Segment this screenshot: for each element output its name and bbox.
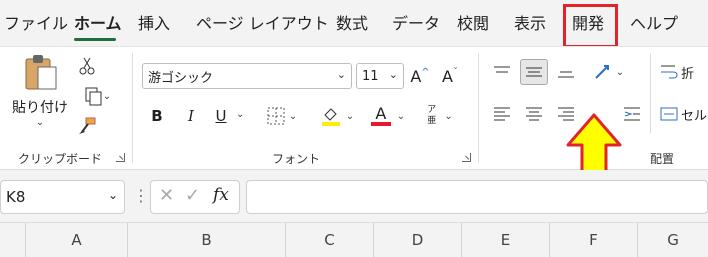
align-top-icon [494,66,510,73]
tab-page-layout[interactable]: ページ レイアウト [196,12,329,36]
grow-font-icon: A [410,66,422,86]
chevron-down-icon: ⌄ [236,109,245,120]
font-color-swatch [370,122,391,126]
tab-view[interactable]: 表示 [514,12,546,36]
font-name-value: 游ゴシック [148,70,214,86]
tab-data[interactable]: データ [392,12,440,36]
chevron-down-icon: ⌄ [396,110,406,122]
borders-icon [267,107,285,125]
wrap-text-icon [661,65,678,79]
column-header-a[interactable]: A [26,223,128,257]
column-header-e[interactable]: E [462,223,550,257]
shrink-font-icon: A [442,66,453,86]
shrink-font-button[interactable]: Aˇ [438,63,462,89]
phonetic-guide-button[interactable]: ア 亜 ⌄ [420,101,460,131]
clipboard-group-label: クリップボード [18,152,103,166]
italic-button[interactable]: I [180,103,202,129]
paste-button[interactable]: 貼り付け ⌄ [10,53,70,133]
active-tab-indicator [74,38,116,41]
group-divider [478,53,479,163]
group-divider [132,53,133,163]
borders-button[interactable]: ⌄ [260,103,304,129]
tab-help[interactable]: ヘルプ [630,12,678,36]
merge-cells-label: セル [681,108,708,124]
merge-center-button[interactable]: セル [660,101,708,127]
ribbon: 貼り付け ⌄ ⌄ クリップボード 游ゴシック ⌄ 11 ⌄ A ^ Aˇ B I … [0,46,708,187]
column-header-c[interactable]: C [286,223,374,257]
align-center-button[interactable] [520,101,548,127]
developer-tab-highlight [563,4,618,48]
chevron-down-icon: ⌄ [102,90,112,102]
alignment-group-label: 配置 [650,152,675,166]
font-group-label: フォント [272,152,321,166]
orientation-button[interactable]: ⌄ [588,59,628,85]
cut-button[interactable] [74,53,100,79]
name-box-value: K8 [6,188,26,206]
name-box[interactable]: K8 ⌄ [0,180,125,214]
bold-button[interactable]: B [146,103,168,129]
font-color-icon: A [375,104,387,123]
column-header-b[interactable]: B [128,223,286,257]
clipboard-launcher-icon[interactable] [116,153,125,162]
paint-bucket-icon [321,108,340,126]
text-orientation-icon [595,65,609,79]
increase-indent-button[interactable] [618,101,646,127]
chevron-down-icon[interactable]: ⌄ [108,188,118,202]
paintbrush-icon [79,117,96,134]
scissors-icon [79,57,95,75]
underline-button[interactable]: U [210,103,232,129]
align-center-icon [526,107,542,121]
copy-button[interactable]: ⌄ [74,83,120,109]
formula-bar-more-icon[interactable]: ⋮ [133,186,149,205]
chevron-down-icon: ⌄ [345,110,355,122]
cancel-icon[interactable]: ✕ [159,185,174,206]
increase-indent-icon [624,107,640,121]
align-left-button[interactable] [488,101,516,127]
tab-review[interactable]: 校閲 [457,12,489,36]
wrap-text-label: 折 [681,66,695,82]
grow-font-button[interactable]: A ^ [408,63,432,89]
column-header-row: A B C D E F G [0,222,708,257]
font-size-combo[interactable]: 11 ⌄ [356,63,404,89]
column-header-d[interactable]: D [374,223,462,257]
chevron-down-icon: ⌄ [444,110,453,122]
align-middle-icon [526,67,542,77]
formula-actions: ✕ ✓ fx [150,180,240,214]
align-left-icon [494,107,510,121]
fill-color-button[interactable]: ⌄ [314,103,360,129]
tab-formulas[interactable]: 数式 [336,12,368,36]
formula-input[interactable] [246,180,708,214]
group-divider [650,53,651,133]
column-header-g[interactable]: G [638,223,708,257]
tab-file[interactable]: ファイル [4,12,68,36]
insert-function-button[interactable]: fx [213,185,229,205]
chevron-down-icon: ⌄ [615,66,625,78]
merge-cells-icon [660,107,678,121]
phonetic-icon-top: ア [427,105,437,115]
align-bottom-icon [558,71,574,78]
chevron-down-icon: ⌄ [336,68,346,81]
wrap-text-button[interactable]: 折 [660,59,708,85]
check-icon[interactable]: ✓ [185,185,200,206]
align-top-button[interactable] [488,59,516,85]
font-size-value: 11 [362,68,379,84]
font-launcher-icon[interactable] [462,153,471,162]
tab-insert[interactable]: 挿入 [138,12,170,36]
ribbon-tab-bar: ファイル ホーム 挿入 ページ レイアウト 数式 データ 校閲 表示 開発 ヘル… [0,0,708,48]
select-all-corner[interactable] [0,223,26,257]
format-painter-button[interactable] [74,113,100,139]
paste-label: 貼り付け [12,100,68,116]
chevron-down-icon: ⌄ [288,110,298,122]
align-bottom-button[interactable] [552,59,580,85]
font-color-button[interactable]: A ⌄ [366,103,410,129]
align-middle-button[interactable] [520,59,548,85]
font-name-combo[interactable]: 游ゴシック ⌄ [142,63,352,89]
chevron-down-icon: ⌄ [388,68,398,81]
clipboard-icon [25,55,57,90]
column-header-f[interactable]: F [550,223,638,257]
phonetic-icon-bottom: 亜 [427,116,437,126]
chevron-down-icon: ⌄ [35,117,45,128]
copy-icon [85,87,102,106]
tab-home[interactable]: ホーム [74,12,122,36]
